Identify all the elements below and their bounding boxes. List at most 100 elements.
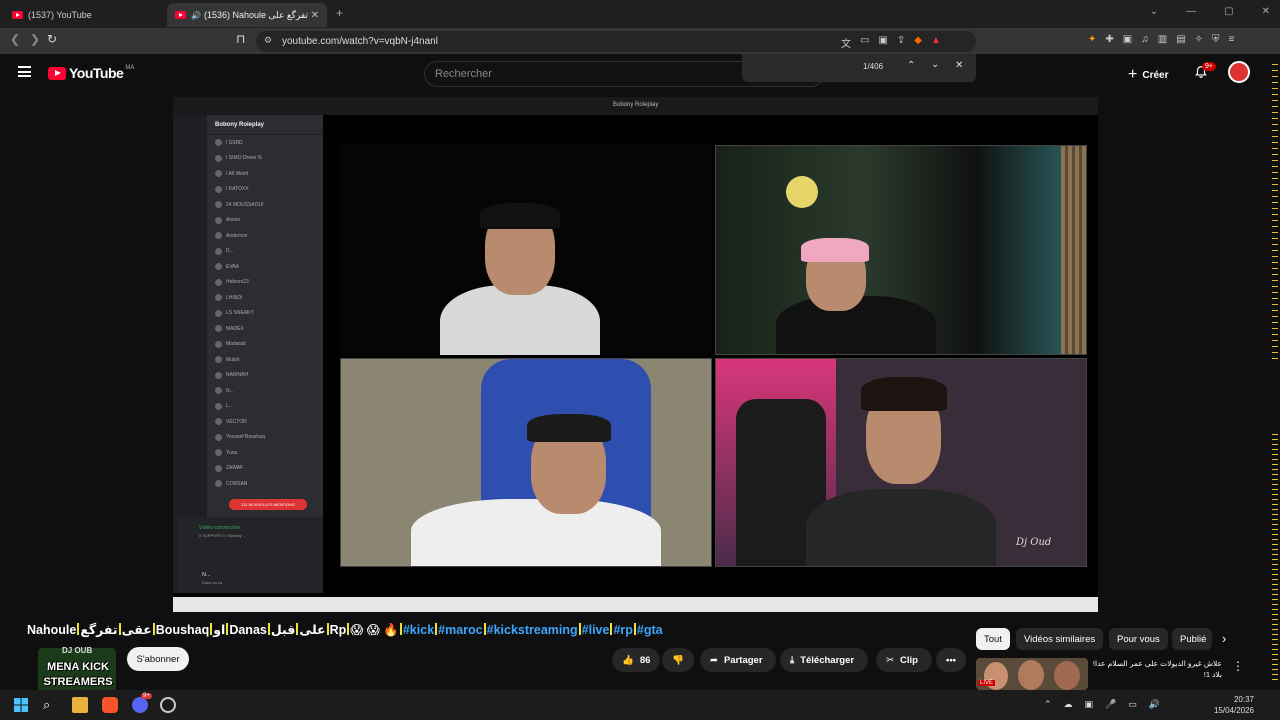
site-info-icon[interactable]: ⚙ (264, 35, 272, 46)
video-player[interactable]: Bobony Roleplay Bobony Roleplay I SSRD I … (173, 97, 1098, 612)
reader-icon[interactable]: ▣ (878, 35, 887, 50)
recommendation-title[interactable]: علاش غيرو الديولات على عمر السلام عدا! ب… (1092, 658, 1222, 680)
brave-shield-icon[interactable]: ◆ (914, 35, 922, 50)
member-name: L... (226, 403, 233, 410)
recommendation-menu-icon[interactable]: ⋮ (1232, 659, 1244, 673)
steam-icon[interactable] (160, 697, 176, 713)
tray-expand-icon[interactable]: ⌃ (1044, 699, 1052, 710)
like-button[interactable]: 👍 86 (612, 648, 660, 672)
download-label: Télécharger (800, 654, 855, 666)
search-icon[interactable]: ⌕ (43, 697, 50, 713)
minimize-icon[interactable]: — (1186, 6, 1196, 17)
hashtag-link[interactable]: #kick (403, 623, 434, 637)
member-avatar (215, 139, 222, 147)
chip-for-you[interactable]: Pour vous (1109, 628, 1168, 650)
chip-tout[interactable]: Tout (976, 628, 1010, 650)
wallet-icon[interactable]: ▤ (1176, 34, 1185, 45)
share-button[interactable]: ➦ Partager (700, 648, 776, 672)
recommendation-thumbnail[interactable]: LIVE (976, 658, 1088, 690)
subscribe-button[interactable]: S'abonner (127, 647, 189, 671)
chip-similar-videos[interactable]: Vidéos similaires (1016, 628, 1104, 650)
extension-icon[interactable]: ✦ (1088, 34, 1096, 45)
browser-tab-youtube[interactable]: (1537) YouTube (4, 3, 162, 27)
voice-status: Vidéo connectée (199, 525, 240, 531)
voice-channel: # SUPPORT 5 / Bobony ... (199, 533, 247, 538)
channel-avatar[interactable]: DJ OUB MENA KICK STREAMERS (28, 646, 118, 694)
browser-menu-icon[interactable]: ≡ (1229, 34, 1235, 45)
discord-icon[interactable] (132, 697, 148, 713)
volume-icon[interactable]: 🔊 (1149, 699, 1160, 710)
chips-next-icon[interactable]: › (1222, 631, 1226, 646)
clip-button[interactable]: ✂ Clip (876, 648, 932, 672)
reload-icon[interactable]: ↻ (47, 32, 57, 46)
dislike-button[interactable]: 👎 (662, 648, 694, 672)
live-badge: LIVE (978, 680, 996, 686)
share-icon[interactable]: ⇪ (897, 35, 905, 50)
find-highlight-marker (152, 623, 155, 635)
browser-tab-video[interactable]: 🔊 (1536) Nahoule تفرگع على Bo... ✕ (167, 3, 327, 27)
hashtag-link[interactable]: #gta (637, 623, 663, 637)
leo-icon[interactable]: ✧ (1195, 34, 1203, 45)
person-body (440, 285, 600, 355)
file-explorer-icon[interactable] (72, 697, 88, 713)
back-icon[interactable]: ❮ (10, 32, 20, 46)
chip-published[interactable]: Publié (1172, 628, 1212, 650)
microphone-icon[interactable]: 🎤 (1105, 699, 1116, 710)
forward-icon[interactable]: ❯ (30, 32, 40, 46)
hashtag-link[interactable]: #rp (613, 623, 632, 637)
screenshot-icon[interactable]: ▣ (1123, 34, 1132, 45)
sidebar-icon[interactable]: ▥ (1158, 34, 1167, 45)
find-previous-icon[interactable]: ⌃ (907, 60, 915, 71)
find-highlight-marker (267, 623, 270, 635)
find-next-icon[interactable]: ⌄ (931, 59, 939, 70)
find-in-page-bar: 1/406 ⌃ ⌄ ✕ (742, 54, 976, 82)
download-button[interactable]: ⤓ Télécharger (780, 648, 868, 672)
system-clock[interactable]: 20:37 15/04/2026 (1214, 694, 1254, 716)
channel-name[interactable]: DJ OUB (62, 646, 92, 655)
puzzle-icon[interactable]: ✚ (1105, 34, 1113, 45)
onedrive-icon[interactable]: ☁ (1064, 699, 1073, 710)
bookmark-icon[interactable]: ⊓ (236, 32, 245, 46)
address-bar[interactable]: ⚙ youtube.com/watch?v=vqbN-j4nanl 文 ▭ ▣ … (256, 31, 976, 52)
account-avatar[interactable] (1228, 61, 1250, 83)
hashtag-link[interactable]: #kickstreaming (487, 623, 578, 637)
thumbs-down-icon: 👎 (672, 654, 684, 666)
network-icon[interactable]: ▭ (1128, 699, 1137, 710)
member-row: Alvaro (207, 213, 323, 229)
vpn-icon[interactable]: ⛨ (1212, 34, 1220, 45)
member-avatar (215, 371, 222, 379)
tray-app-icon[interactable]: ▣ (1085, 699, 1094, 710)
member-list: I SSRD I SIMO Drees % I All Weird I KATOXX 2… (207, 135, 323, 492)
brave-rewards-icon[interactable]: ▲ (931, 35, 941, 50)
member-row: 24 MOUSSAOUI (207, 197, 323, 213)
lamp (786, 176, 818, 208)
logo-text: YouTube (69, 65, 124, 81)
member-row: CORSAN (207, 476, 323, 492)
member-row: D... (207, 244, 323, 260)
tab-search-icon[interactable]: ⌄ (1150, 6, 1158, 17)
find-close-icon[interactable]: ✕ (955, 60, 963, 71)
youtube-logo[interactable]: YouTube MA (48, 65, 134, 81)
music-icon[interactable]: ♫ (1141, 34, 1149, 45)
member-row: I SSRD (207, 135, 323, 151)
hashtag-link[interactable]: #live (582, 623, 610, 637)
guide-menu-icon[interactable] (18, 66, 31, 77)
member-avatar (215, 170, 222, 178)
hashtag-link[interactable]: #maroc (438, 623, 482, 637)
new-tab-button[interactable]: + (336, 6, 343, 20)
title-segment: Nahoule (27, 623, 77, 637)
close-tab-icon[interactable]: ✕ (311, 10, 319, 21)
member-row: Anderson (207, 228, 323, 244)
brave-browser-icon[interactable] (102, 697, 118, 713)
member-name: D... (226, 248, 234, 255)
translate-icon[interactable]: 文 (841, 35, 851, 50)
member-name: 24 MOUSSAOUI (226, 201, 264, 208)
create-button[interactable]: + Créer (1128, 66, 1168, 84)
maximize-icon[interactable]: ▢ (1224, 6, 1233, 17)
close-window-icon[interactable]: ✕ (1262, 6, 1270, 17)
windows-start-icon[interactable] (13, 697, 29, 713)
page-scrollbar[interactable] (1270, 54, 1280, 690)
more-actions-button[interactable]: ••• (936, 648, 966, 672)
member-avatar (215, 480, 222, 488)
cast-icon[interactable]: ▭ (860, 35, 869, 50)
